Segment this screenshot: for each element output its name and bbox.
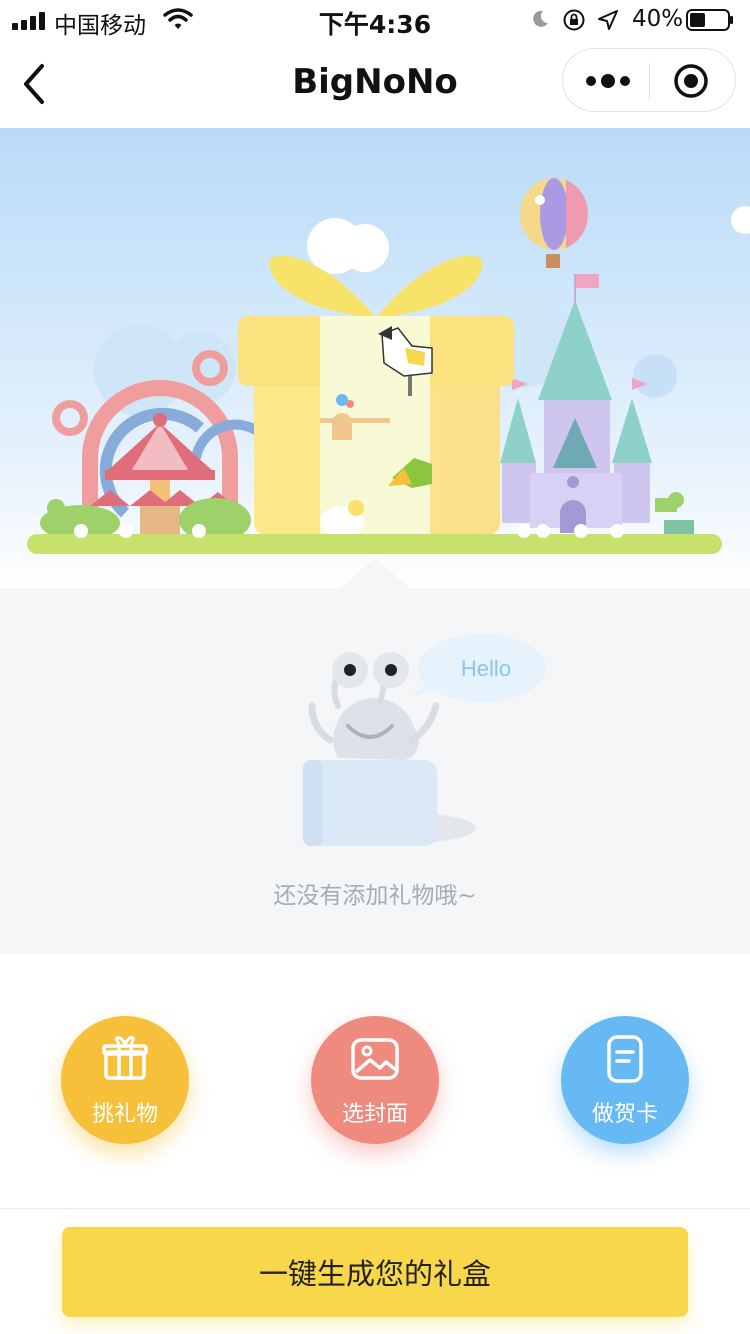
banner-illustration [0, 128, 750, 588]
empty-state-text: 还没有添加礼物哦~ [273, 883, 477, 909]
rotation-lock-icon [563, 9, 585, 31]
battery-percentage: 40% [632, 6, 684, 32]
gift-icon [102, 1036, 148, 1080]
card-icon [607, 1035, 643, 1083]
gift-banner [0, 128, 750, 588]
bottom-bar: 一键生成您的礼盒 [0, 1208, 750, 1334]
capsule-divider [649, 63, 650, 99]
moon-icon [533, 10, 548, 27]
generate-gift-box-button[interactable]: 一键生成您的礼盒 [62, 1227, 688, 1317]
bubble-text: Hello [461, 656, 511, 681]
choose-cover-button[interactable]: 选封面 [311, 1016, 439, 1144]
make-card-label: 做贺卡 [591, 1102, 658, 1127]
battery-icon [686, 9, 733, 31]
action-buttons: 挑礼物 选封面 做贺卡 [0, 1010, 750, 1160]
pick-gift-button[interactable]: 挑礼物 [61, 1016, 189, 1144]
target-close-icon[interactable] [673, 63, 709, 99]
image-icon [351, 1038, 399, 1080]
more-dots-icon[interactable] [583, 67, 633, 95]
make-card-button[interactable]: 做贺卡 [561, 1016, 689, 1144]
gift-list-empty-state: Hello 还没有添加礼物哦~ [0, 588, 750, 954]
pick-gift-label: 挑礼物 [91, 1102, 158, 1127]
status-bar: 中国移动 下午4:36 40% [0, 0, 750, 40]
empty-mascot-illustration: Hello [303, 634, 546, 846]
mini-program-capsule [562, 48, 736, 112]
choose-cover-label: 选封面 [341, 1102, 408, 1127]
location-arrow-icon [598, 10, 618, 30]
nav-bar: BigNoNo [0, 40, 750, 128]
